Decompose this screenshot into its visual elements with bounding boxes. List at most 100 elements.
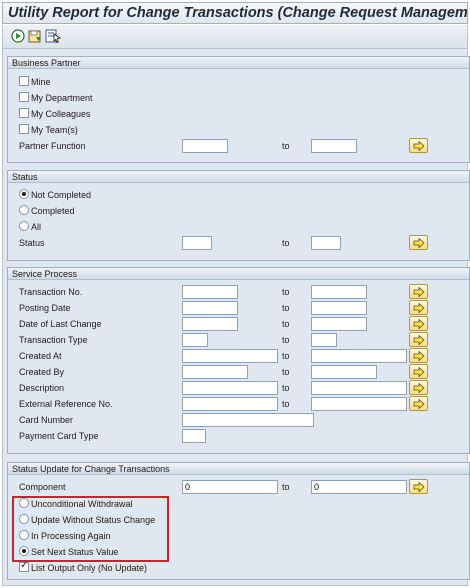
checkbox-label: My Colleagues — [31, 109, 91, 119]
to-label: to — [282, 351, 290, 361]
component-from-input[interactable]: 0 — [182, 480, 278, 494]
component-to-input[interactable]: 0 — [311, 480, 407, 494]
checkbox-label: My Department — [31, 93, 93, 103]
multiple-selection-button[interactable] — [409, 380, 428, 395]
to-label: to — [282, 238, 290, 248]
posting-date-row: Posting Date to — [8, 300, 469, 315]
multiple-selection-button[interactable] — [409, 332, 428, 347]
save-variant-icon[interactable] — [28, 29, 42, 43]
to-label: to — [282, 141, 290, 151]
checkbox-label: Mine — [31, 77, 51, 87]
payment-card-type-row: Payment Card Type — [8, 429, 469, 443]
field-label: Posting Date — [19, 303, 71, 313]
field-label: Transaction Type — [19, 335, 88, 345]
checkbox-row: My Colleagues — [8, 107, 469, 121]
checkbox-row: My Team(s) — [8, 123, 469, 137]
transaction-no-row: Transaction No. to — [8, 284, 469, 299]
created-at-row: Created At to — [8, 348, 469, 363]
to-label: to — [282, 287, 290, 297]
execute-icon[interactable] — [11, 29, 25, 43]
created-by-from-input[interactable] — [182, 365, 248, 379]
card-number-row: Card Number — [8, 413, 469, 427]
status-to-input[interactable] — [311, 236, 341, 250]
multiple-selection-button[interactable] — [409, 348, 428, 363]
partner-function-row: Partner Function to — [8, 138, 469, 153]
created-at-from-input[interactable] — [182, 349, 278, 363]
field-label: Date of Last Change — [19, 319, 102, 329]
to-label: to — [282, 367, 290, 377]
field-label: Status — [19, 238, 45, 248]
list-output-checkbox[interactable] — [19, 560, 29, 572]
transaction-no-to-input[interactable] — [311, 285, 367, 299]
external-reference-row: External Reference No. to — [8, 396, 469, 411]
description-from-input[interactable] — [182, 381, 278, 395]
my-teams-checkbox[interactable] — [19, 124, 29, 134]
field-label: Component — [19, 482, 66, 492]
group-header: Service Process — [8, 268, 469, 280]
group-header: Status — [8, 171, 469, 183]
field-label: Description — [19, 383, 65, 393]
list-output-row: List Output Only (No Update) — [8, 560, 469, 575]
payment-card-type-input[interactable] — [182, 429, 206, 443]
to-label: to — [282, 399, 290, 409]
field-label: Payment Card Type — [19, 431, 99, 441]
field-label: Partner Function — [19, 141, 86, 151]
transaction-type-to-input[interactable] — [311, 333, 337, 347]
field-label: Created By — [19, 367, 65, 377]
last-change-row: Date of Last Change to — [8, 316, 469, 331]
group-header: Business Partner — [8, 57, 469, 69]
radio-row: Completed — [8, 204, 469, 218]
posting-date-to-input[interactable] — [311, 301, 367, 315]
group-header: Status Update for Change Transactions — [8, 463, 469, 475]
radio-row: All — [8, 220, 469, 234]
last-change-to-input[interactable] — [311, 317, 367, 331]
created-by-to-input[interactable] — [311, 365, 377, 379]
multiple-selection-button[interactable] — [409, 479, 428, 494]
my-department-checkbox[interactable] — [19, 92, 29, 102]
radio-row: Not Completed — [8, 188, 469, 202]
highlight-box — [12, 496, 169, 562]
description-row: Description to — [8, 380, 469, 395]
multiple-selection-button[interactable] — [409, 300, 428, 315]
multiple-selection-button[interactable] — [409, 235, 428, 250]
component-row: Component 0 to 0 — [8, 479, 469, 494]
created-at-to-input[interactable] — [311, 349, 407, 363]
multiple-selection-button[interactable] — [409, 396, 428, 411]
status-from-input[interactable] — [182, 236, 212, 250]
last-change-from-input[interactable] — [182, 317, 238, 331]
field-label: Transaction No. — [19, 287, 83, 297]
checkbox-row: My Department — [8, 91, 469, 105]
posting-date-from-input[interactable] — [182, 301, 238, 315]
variant-select-icon[interactable] — [45, 29, 61, 43]
to-label: to — [282, 482, 290, 492]
status-group: Status Not Completed Completed All Statu… — [7, 170, 470, 261]
status-field-row: Status to — [8, 235, 469, 250]
transaction-no-from-input[interactable] — [182, 285, 238, 299]
multiple-selection-button[interactable] — [409, 316, 428, 331]
checkbox-row: Mine — [8, 75, 469, 89]
field-label: External Reference No. — [19, 399, 113, 409]
not-completed-radio[interactable] — [19, 189, 29, 199]
partner-function-from-input[interactable] — [182, 139, 228, 153]
radio-label: Completed — [31, 206, 75, 216]
business-partner-group: Business Partner Mine My Department My C… — [7, 56, 470, 163]
card-number-input[interactable] — [182, 413, 314, 427]
partner-function-to-input[interactable] — [311, 139, 357, 153]
page-title: Utility Report for Change Transactions (… — [2, 2, 468, 24]
mine-checkbox[interactable] — [19, 76, 29, 86]
field-label: Card Number — [19, 415, 74, 425]
description-to-input[interactable] — [311, 381, 407, 395]
multiple-selection-button[interactable] — [409, 284, 428, 299]
completed-radio[interactable] — [19, 205, 29, 215]
to-label: to — [282, 319, 290, 329]
my-colleagues-checkbox[interactable] — [19, 108, 29, 118]
checkbox-label: List Output Only (No Update) — [31, 563, 148, 573]
transaction-type-from-input[interactable] — [182, 333, 208, 347]
all-radio[interactable] — [19, 221, 29, 231]
multiple-selection-button[interactable] — [409, 138, 428, 153]
external-reference-to-input[interactable] — [311, 397, 407, 411]
transaction-type-row: Transaction Type to — [8, 332, 469, 347]
radio-label: All — [31, 222, 42, 232]
external-reference-from-input[interactable] — [182, 397, 278, 411]
multiple-selection-button[interactable] — [409, 364, 428, 379]
